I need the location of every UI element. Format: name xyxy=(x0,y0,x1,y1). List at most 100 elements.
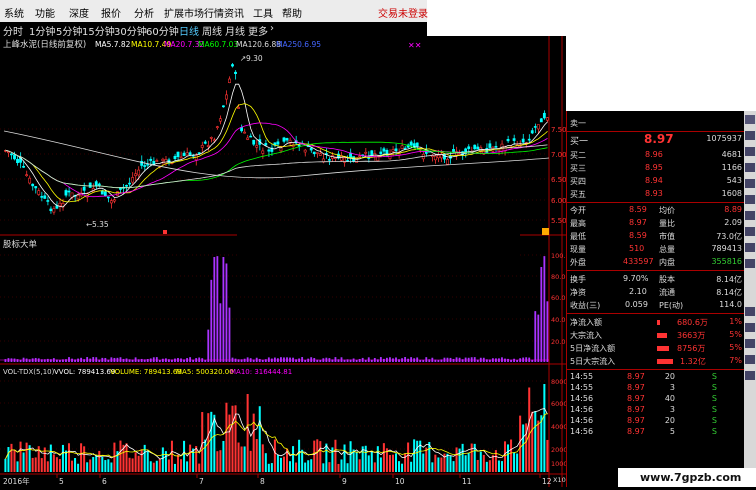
volume-bar xyxy=(282,456,285,472)
login-status[interactable]: 交易未登录 xyxy=(378,5,428,20)
menu-extended-market[interactable]: 扩展市场行情 xyxy=(164,5,224,20)
volume-bar xyxy=(25,442,28,472)
volume-bar xyxy=(86,462,89,472)
buy-price-4: 8.94 xyxy=(645,176,663,185)
candle xyxy=(545,117,549,121)
indicator-bar xyxy=(310,357,313,362)
volume-bar xyxy=(534,411,537,472)
ind-tick-3: 60.00 xyxy=(551,294,566,302)
tool-icon-10[interactable] xyxy=(745,259,755,268)
volume-bar xyxy=(431,462,434,472)
ma120-label: MA120.6.88 xyxy=(236,40,281,49)
indicator-bar xyxy=(16,359,19,362)
menu-quote[interactable]: 报价 xyxy=(101,5,121,20)
volume-bar xyxy=(298,439,301,472)
tick-row: 14:56 8.97 20 S xyxy=(567,416,745,427)
tool-icon-12[interactable] xyxy=(745,323,755,332)
price-tick-3: 6.50 xyxy=(551,176,566,184)
volume-bar xyxy=(503,441,507,472)
tick-vol: 3 xyxy=(669,383,675,392)
time-axis-year: 2016年 xyxy=(3,476,30,486)
candle xyxy=(143,165,147,167)
candle xyxy=(476,146,480,150)
tool-icon-7[interactable] xyxy=(745,211,755,220)
indicator-bar xyxy=(258,358,261,362)
quote-ratio-value: 2.09 xyxy=(724,218,742,227)
volume-bar xyxy=(464,455,467,472)
high-marker-label: 9.30 xyxy=(246,54,263,63)
price-tick-5: 5.50 xyxy=(551,217,566,225)
tool-icon-6[interactable] xyxy=(745,195,755,204)
buy-label-5: 买五 xyxy=(570,190,586,199)
indicator-bar xyxy=(452,358,455,362)
volume-bar xyxy=(467,452,470,472)
flow-pct-2: 5% xyxy=(729,330,742,339)
tick-time: 14:56 xyxy=(570,427,594,436)
buy-row-1[interactable]: 买一 8.97 1075937 xyxy=(567,132,745,148)
volume-bar xyxy=(273,439,276,472)
volume-bar xyxy=(225,402,228,472)
tool-icon-4[interactable] xyxy=(745,163,755,172)
flow-label-4: 5日大宗流入 xyxy=(570,357,616,366)
fund-turnover-label: 换手 xyxy=(570,275,586,284)
menu-depth[interactable]: 深度 xyxy=(69,5,89,20)
kline-chart-area[interactable]: 上峰水泥(日线前复权) MA5.7.82 MA10.7.49 MA20.7.32… xyxy=(0,36,584,487)
quote-ratio-label: 量比 xyxy=(659,219,675,228)
buy-label-3: 买三 xyxy=(570,164,586,173)
tick-list[interactable]: 14:55 8.97 20 S 14:55 8.97 3 S 14:56 8.97 40 S 14:56… xyxy=(567,372,745,472)
menu-tools[interactable]: 工具 xyxy=(253,5,273,20)
menu-system[interactable]: 系统 xyxy=(4,5,24,20)
close-icon[interactable]: ✕✕ xyxy=(408,41,421,50)
buy-row-3[interactable]: 买三 8.95 1166 xyxy=(567,163,745,174)
candle xyxy=(206,145,210,147)
volume-bar xyxy=(428,441,431,472)
indicator-bar xyxy=(525,357,528,362)
buy-row-5[interactable]: 买五 8.93 1608 xyxy=(567,189,745,200)
event-marker-icon[interactable] xyxy=(163,230,167,234)
menu-news[interactable]: 资讯 xyxy=(224,5,244,20)
indicator-bar xyxy=(286,357,288,362)
candle xyxy=(358,155,362,158)
candle xyxy=(182,152,186,157)
menu-analysis[interactable]: 分析 xyxy=(134,5,154,20)
volume-bar xyxy=(149,461,152,472)
kline-chart[interactable]: 上峰水泥(日线前复权) MA5.7.82 MA10.7.49 MA20.7.32… xyxy=(0,36,584,487)
volume-bar xyxy=(522,424,525,472)
volume-bar xyxy=(519,415,522,472)
tool-icon-1[interactable] xyxy=(745,115,755,124)
volume-bar xyxy=(4,458,7,472)
info-marker-icon[interactable] xyxy=(542,228,549,235)
candle xyxy=(539,118,543,123)
candle xyxy=(234,71,237,74)
tool-icon-8[interactable] xyxy=(745,227,755,236)
tool-icon-13[interactable] xyxy=(745,339,755,348)
candle xyxy=(249,135,253,138)
menu-function[interactable]: 功能 xyxy=(35,5,55,20)
volume-bar xyxy=(216,451,219,472)
candle xyxy=(243,131,247,134)
indicator-bar xyxy=(140,358,143,362)
tick-time: 14:55 xyxy=(570,383,594,392)
tool-icon-2[interactable] xyxy=(745,131,755,140)
candle xyxy=(7,151,10,154)
menu-help[interactable]: 帮助 xyxy=(282,5,302,20)
volume-bar xyxy=(31,457,34,472)
buy-row-2[interactable]: 买二 8.96 4681 xyxy=(567,150,745,161)
candle xyxy=(131,177,134,183)
tool-icon-3[interactable] xyxy=(745,147,755,156)
tool-icon-15[interactable] xyxy=(745,371,755,380)
volume-bar xyxy=(370,451,373,472)
month-label: 12 xyxy=(542,477,552,486)
high-arrow-icon: ↗ xyxy=(240,54,246,63)
buy-row-4[interactable]: 买四 8.94 543 xyxy=(567,176,745,187)
tool-icon-9[interactable] xyxy=(745,243,755,252)
candle xyxy=(276,141,280,145)
volume-bar xyxy=(334,439,337,472)
volume-bar xyxy=(213,414,216,472)
tool-icon-14[interactable] xyxy=(745,355,755,364)
volume-bar xyxy=(152,462,155,472)
quote-high-label: 最高 xyxy=(570,219,586,228)
period-next-icon[interactable]: › xyxy=(270,23,274,34)
tool-icon-11[interactable] xyxy=(745,307,755,316)
tool-icon-5[interactable] xyxy=(745,179,755,188)
